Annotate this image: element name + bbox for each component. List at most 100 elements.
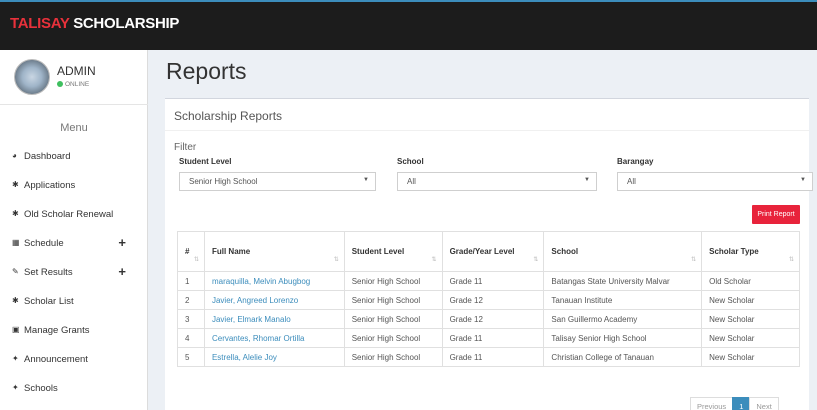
sidebar-item-label: Scholar List: [24, 296, 74, 307]
expand-plus-icon[interactable]: +: [118, 235, 126, 250]
sidebar-item-label: Schedule: [24, 238, 64, 249]
sort-icon[interactable]: ⇅: [432, 256, 437, 263]
dashboard-icon: ◕: [12, 151, 17, 160]
school-select[interactable]: All ▼: [397, 172, 597, 191]
main-content: Reports Scholarship Reports Filter Stude…: [149, 50, 817, 410]
table-body: 1 maraquilla, Melvin Abugbog Senior High S…: [177, 271, 800, 367]
box-header: Scholarship Reports: [165, 99, 809, 131]
school-value: All: [407, 177, 416, 186]
users-icon: ✱: [12, 180, 19, 189]
sidebar-item[interactable]: ▦ Schedule +: [0, 229, 148, 258]
caret-down-icon: ▼: [800, 177, 806, 183]
user-status-label: ONLINE: [65, 81, 90, 88]
user-panel: ADMIN ONLINE: [0, 50, 148, 105]
student-level-select[interactable]: Senior High School ▼: [179, 172, 376, 191]
column-header[interactable]: School ⇅: [543, 231, 703, 272]
school-label: School: [397, 157, 424, 166]
sidebar-item[interactable]: ✱ Applications: [0, 171, 148, 200]
expand-plus-icon[interactable]: +: [118, 264, 126, 279]
box-title: Scholarship Reports: [174, 109, 283, 123]
menu-title: Menu: [60, 122, 88, 134]
users-icon: ✱: [12, 209, 19, 218]
sidebar-item[interactable]: ✱ Scholar List: [0, 287, 148, 316]
column-header-label: School: [551, 247, 579, 256]
column-header[interactable]: Student Level ⇅: [343, 231, 443, 272]
scholar-name-link[interactable]: Javier, Elmark Manalo: [203, 309, 345, 329]
table-cell: Talisay Senior High School: [543, 328, 703, 348]
table-header-row: # ⇅ Full Name ⇅ Student Level ⇅ Grade/Year Lev…: [177, 231, 800, 272]
sort-icon[interactable]: ⇅: [691, 256, 696, 263]
brand-name-part2: SCHOLARSHIP: [73, 15, 180, 32]
column-header[interactable]: Grade/Year Level ⇅: [441, 231, 545, 272]
sidebar-item[interactable]: ✦ Announcement: [0, 345, 148, 374]
caret-down-icon: ▼: [363, 177, 369, 183]
column-header-label: Scholar Type: [709, 247, 759, 256]
table-cell: Grade 12: [441, 290, 545, 310]
table-header: # ⇅ Full Name ⇅ Student Level ⇅ Grade/Year Lev…: [177, 231, 800, 272]
sidebar-item[interactable]: ▣ Manage Grants: [0, 316, 148, 345]
scholar-name-link[interactable]: Cervantes, Rhomar Ortilla: [203, 328, 345, 348]
pencil-icon: ✎: [12, 267, 19, 276]
table-row: 3 Javier, Elmark Manalo Senior High School…: [177, 309, 800, 329]
column-header-label: Full Name: [211, 247, 251, 256]
avatar: [14, 59, 50, 95]
page-title: Reports: [166, 58, 247, 84]
user-name: ADMIN: [57, 64, 96, 78]
barangay-select[interactable]: All ▼: [617, 172, 813, 191]
table-row: 2 Javier, Angreed Lorenzo Senior High Scho…: [177, 290, 800, 310]
column-header[interactable]: Full Name ⇅: [203, 231, 345, 272]
table-cell: Senior High School: [343, 271, 443, 291]
sort-icon[interactable]: ⇅: [194, 256, 199, 263]
table-cell: 2: [177, 290, 205, 310]
barangay-label: Barangay: [617, 157, 654, 166]
pagination-next[interactable]: Next: [749, 397, 779, 410]
table-cell: Old Scholar: [701, 271, 800, 291]
table-cell: Grade 12: [441, 309, 545, 329]
top-navbar: TALISAY SCHOLARSHIP: [0, 0, 817, 50]
column-header[interactable]: # ⇅: [177, 231, 205, 272]
table-cell: Batangas State University Malvar: [543, 271, 703, 291]
column-header-label: #: [185, 247, 190, 256]
reports-table: # ⇅ Full Name ⇅ Student Level ⇅ Grade/Year Lev…: [177, 231, 800, 367]
sidebar-item-label: Announcement: [24, 354, 88, 365]
school-icon: ✦: [12, 383, 19, 392]
table-cell: Grade 11: [441, 347, 545, 367]
print-report-button[interactable]: Print Report: [752, 205, 800, 224]
column-header-label: Grade/Year Level: [449, 247, 515, 256]
pagination-page[interactable]: 1: [732, 397, 751, 410]
sidebar-item[interactable]: ◕ Dashboard: [0, 142, 148, 171]
table-cell: San Guillermo Academy: [543, 309, 703, 329]
scholar-name-link[interactable]: Estrella, Alelie Joy: [203, 347, 345, 367]
sidebar-item-label: Applications: [24, 180, 76, 191]
column-header-label: Student Level: [351, 247, 405, 256]
sidebar-item-label: Schools: [24, 383, 58, 394]
table-cell: New Scholar: [701, 328, 800, 348]
table-cell: New Scholar: [701, 290, 800, 310]
filter-label: Filter: [174, 142, 197, 153]
sort-icon[interactable]: ⇅: [334, 256, 339, 263]
brand-logo[interactable]: TALISAY SCHOLARSHIP: [10, 15, 179, 32]
sort-icon[interactable]: ⇅: [533, 256, 538, 263]
student-level-label: Student Level: [179, 157, 232, 166]
sidebar: ADMIN ONLINE Menu ◕ Dashboard ✱ Application…: [0, 50, 148, 410]
brand-name-part1: TALISAY: [10, 15, 70, 32]
table-row: 5 Estrella, Alelie Joy Senior High School G…: [177, 347, 800, 367]
sidebar-item-label: Set Results: [24, 267, 73, 278]
table-cell: Grade 11: [441, 328, 545, 348]
sidebar-item-label: Manage Grants: [24, 325, 90, 336]
sort-icon[interactable]: ⇅: [789, 256, 794, 263]
pagination: Previous 1 Next: [690, 397, 779, 410]
sidebar-item[interactable]: ✦ Schools: [0, 374, 148, 403]
column-header[interactable]: Scholar Type ⇅: [701, 231, 800, 272]
scholar-name-link[interactable]: Javier, Angreed Lorenzo: [203, 290, 345, 310]
bullhorn-icon: ✦: [12, 354, 19, 363]
scholar-name-link[interactable]: maraquilla, Melvin Abugbog: [203, 271, 345, 291]
pagination-previous[interactable]: Previous: [690, 397, 734, 410]
sidebar-item[interactable]: ✎ Set Results +: [0, 258, 148, 287]
table-cell: Tanauan Institute: [543, 290, 703, 310]
sidebar-item[interactable]: ✱ Old Scholar Renewal: [0, 200, 148, 229]
barangay-value: All: [627, 177, 636, 186]
table-cell: Senior High School: [343, 328, 443, 348]
table-cell: 4: [177, 328, 205, 348]
caret-down-icon: ▼: [584, 177, 590, 183]
